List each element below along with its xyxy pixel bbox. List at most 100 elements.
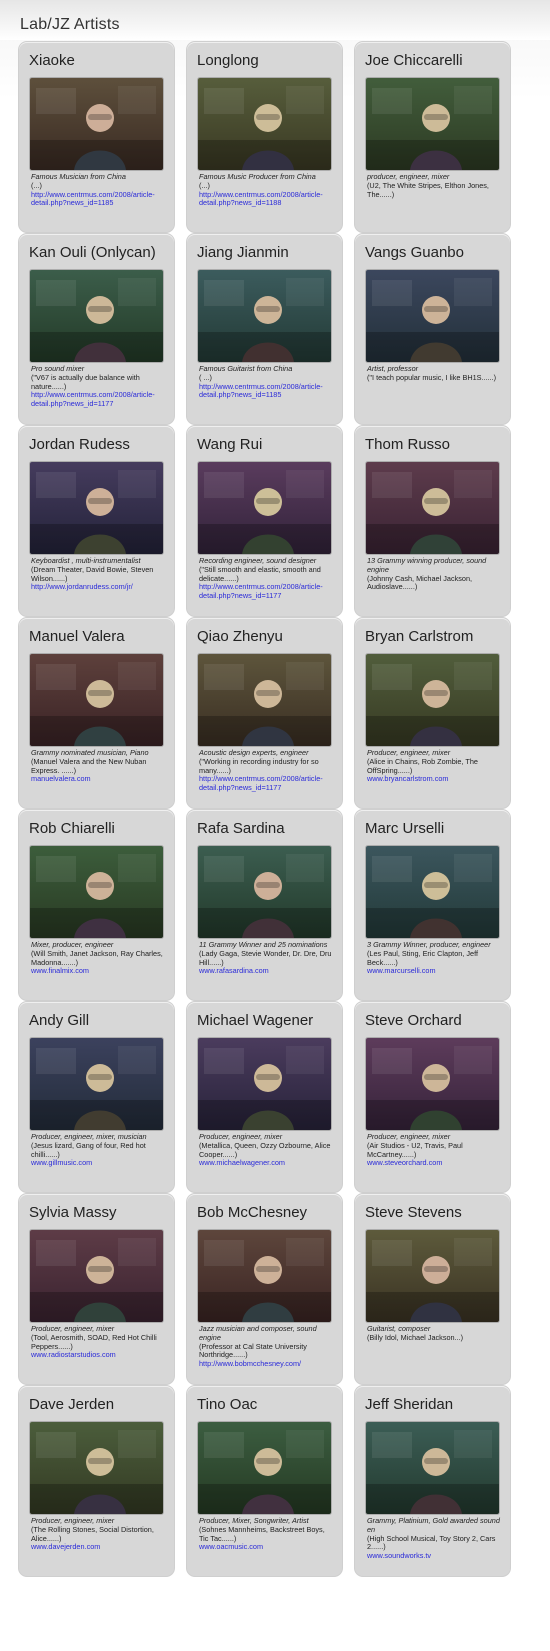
artist-name: Rafa Sardina xyxy=(197,820,285,837)
artist-meta: Pro sound mixer ("V67 is actually due bal… xyxy=(31,364,164,409)
artist-name: Qiao Zhenyu xyxy=(197,628,283,645)
artist-card: Vangs Guanbo Artist, professor ("I teach … xyxy=(355,234,510,424)
artist-card: Rob Chiarelli Mixer, producer, engineer(… xyxy=(19,810,174,1000)
artist-link[interactable]: www.bryancarlstrom.com xyxy=(367,774,449,783)
artist-link[interactable]: www.gillmusic.com xyxy=(31,1158,92,1167)
artist-description: ("V67 is actually due balance with natur… xyxy=(31,372,140,391)
artist-link[interactable]: www.marcurselli.com xyxy=(367,966,436,975)
artist-name: Xiaoke xyxy=(29,52,75,69)
artist-photo xyxy=(198,1422,331,1514)
artist-role: Famous Musician from China xyxy=(31,172,126,181)
artist-photo xyxy=(366,1038,499,1130)
artist-card: Qiao Zhenyu Acoustic design experts, eng… xyxy=(187,618,342,808)
artist-link[interactable]: http://www.centrmus.com/2008/article-det… xyxy=(31,190,155,208)
artist-photo xyxy=(30,654,163,746)
artist-photo xyxy=(30,846,163,938)
artist-card: Tino Oac Producer, Mixer, Songwriter, Ar… xyxy=(187,1386,342,1576)
artist-photo xyxy=(198,654,331,746)
artist-link[interactable]: http://www.centrmus.com/2008/article-det… xyxy=(199,774,323,792)
artist-description: ("I teach popular music, I like BH1S....… xyxy=(367,372,497,382)
artist-description: (U2, The White Stripes, Elthon Jones, Th… xyxy=(367,180,489,199)
artist-description: (Johnny Cash, Michael Jackson, Audioslav… xyxy=(367,573,473,592)
artist-name: Michael Wagener xyxy=(197,1012,314,1029)
artist-meta: 13 Grammy winning producer, sound engine… xyxy=(367,556,500,592)
artist-card: Michael Wagener Producer, engineer, mixe… xyxy=(187,1002,342,1192)
artist-card: Xiaoke Famous Musician from China (...) ht… xyxy=(19,42,174,232)
artist-link[interactable]: www.davejerden.com xyxy=(31,1542,100,1551)
artist-card: Marc Urselli 3 Grammy Winner, producer, … xyxy=(355,810,510,1000)
artist-link[interactable]: www.rafasardina.com xyxy=(199,966,269,975)
artist-card: Steve Orchard Producer, engineer, mixer(… xyxy=(355,1002,510,1192)
artist-name: Jiang Jianmin xyxy=(197,244,289,261)
artist-photo xyxy=(366,462,499,554)
artist-description: (Will Smith, Janet Jackson, Ray Charles,… xyxy=(31,948,163,967)
artist-card: Jiang Jianmin Famous Guitarist from Chin… xyxy=(187,234,342,424)
artist-name: Marc Urselli xyxy=(365,820,445,837)
artist-card: Joe Chiccarelli producer, engineer, mixe… xyxy=(355,42,510,232)
artist-link[interactable]: www.michaelwagener.com xyxy=(199,1158,285,1167)
artist-photo xyxy=(198,1038,331,1130)
artist-name: Steve Stevens xyxy=(365,1204,462,1221)
artist-name: Jordan Rudess xyxy=(29,436,130,453)
artist-card: Thom Russo 13 Grammy winning producer, s… xyxy=(355,426,510,616)
artists-page: Lab/JZ Artists Xiaoke Famous Musician fr… xyxy=(0,0,550,1651)
artist-link[interactable]: www.finalmix.com xyxy=(31,966,89,975)
artist-name: Tino Oac xyxy=(197,1396,258,1413)
artist-description: (Les Paul, Sting, Eric Clapton, Jeff Bec… xyxy=(367,948,478,967)
artist-card: Andy Gill Producer, engineer, mixer, mus… xyxy=(19,1002,174,1192)
artist-photo xyxy=(366,1230,499,1322)
artist-link[interactable]: manuelvalera.com xyxy=(31,774,91,783)
artist-link[interactable]: http://www.centrmus.com/2008/article-det… xyxy=(199,382,323,400)
artist-card: Sylvia Massy Producer, engineer, mixer (T… xyxy=(19,1194,174,1384)
artist-photo xyxy=(30,270,163,362)
artist-card: Wang Rui Recording engineer, sound desig… xyxy=(187,426,342,616)
artist-description: ("Still smooth and elastic, smooth and d… xyxy=(199,564,321,583)
artist-link[interactable]: www.soundworks.tv xyxy=(367,1551,431,1560)
artist-description: (Air Studios - U2, Travis, Paul McCartne… xyxy=(367,1140,463,1159)
artist-link[interactable]: http://www.centrmus.com/2008/article-det… xyxy=(199,190,323,208)
artist-photo xyxy=(198,270,331,362)
artist-meta: Producer, engineer, mixer, musician (Jesu… xyxy=(31,1132,164,1168)
artist-meta: Grammy, Platinium, Gold awarded sound en… xyxy=(367,1516,500,1561)
artist-name: Manuel Valera xyxy=(29,628,125,645)
artist-link[interactable]: www.oacmusic.com xyxy=(199,1542,263,1551)
artist-meta: 11 Grammy Winner and 25 nominations (Lady… xyxy=(199,940,332,976)
artist-link[interactable]: http://www.centrmus.com/2008/article-det… xyxy=(199,582,323,600)
artist-meta: Grammy nominated musician, Piano (Manuel … xyxy=(31,748,164,784)
artist-card: Dave Jerden Producer, engineer, mixer (Th… xyxy=(19,1386,174,1576)
artist-meta: Famous Musician from China (...) http://ww… xyxy=(31,172,164,208)
artist-link[interactable]: http://www.bobmcchesney.com/ xyxy=(199,1359,301,1368)
artist-name: Rob Chiarelli xyxy=(29,820,115,837)
artist-name: Longlong xyxy=(197,52,259,69)
artist-role: Jazz musician and composer, sound engine xyxy=(199,1324,317,1342)
artist-meta: Producer, Mixer, Songwriter, Artist (Sohn… xyxy=(199,1516,332,1552)
artist-meta: Producer, engineer, mixer (The Rolling St… xyxy=(31,1516,164,1552)
artist-card: Jeff Sheridan Grammy, Platinium, Gold aw… xyxy=(355,1386,510,1576)
artist-card: Longlong Famous Music Producer from Chin… xyxy=(187,42,342,232)
artist-photo xyxy=(366,846,499,938)
artist-card: Jordan Rudess Keyboardist , multi-instru… xyxy=(19,426,174,616)
artist-name: Kan Ouli (Onlycan) xyxy=(29,244,156,261)
artist-role: Grammy, Platinium, Gold awarded sound en xyxy=(367,1516,500,1534)
artist-name: Steve Orchard xyxy=(365,1012,462,1029)
artist-meta: Recording engineer, sound designer ("Stil… xyxy=(199,556,332,601)
artist-photo xyxy=(366,654,499,746)
artist-photo xyxy=(30,462,163,554)
artist-link[interactable]: www.steveorchard.com xyxy=(367,1158,442,1167)
artist-photo xyxy=(30,1038,163,1130)
artist-link[interactable]: www.radiostarstudios.com xyxy=(31,1350,116,1359)
artist-meta: Acoustic design experts, engineer ("Worki… xyxy=(199,748,332,793)
artist-name: Vangs Guanbo xyxy=(365,244,464,261)
artist-description: (The Rolling Stones, Social Distortion, … xyxy=(31,1524,154,1543)
artist-photo xyxy=(366,1422,499,1514)
artist-photo xyxy=(198,846,331,938)
artist-card: Bryan Carlstrom Producer, engineer, mixe… xyxy=(355,618,510,808)
artist-photo xyxy=(198,1230,331,1322)
artist-link[interactable]: http://www.centrmus.com/2008/article-det… xyxy=(31,390,155,408)
artist-photo xyxy=(30,78,163,170)
artist-card: Bob McChesney Jazz musician and composer… xyxy=(187,1194,342,1384)
section-title: Lab/JZ Artists xyxy=(20,16,120,33)
artist-link[interactable]: http://www.jordanrudess.com/jr/ xyxy=(31,582,133,591)
artist-role: Famous Guitarist from China xyxy=(199,364,293,373)
artist-name: Dave Jerden xyxy=(29,1396,115,1413)
